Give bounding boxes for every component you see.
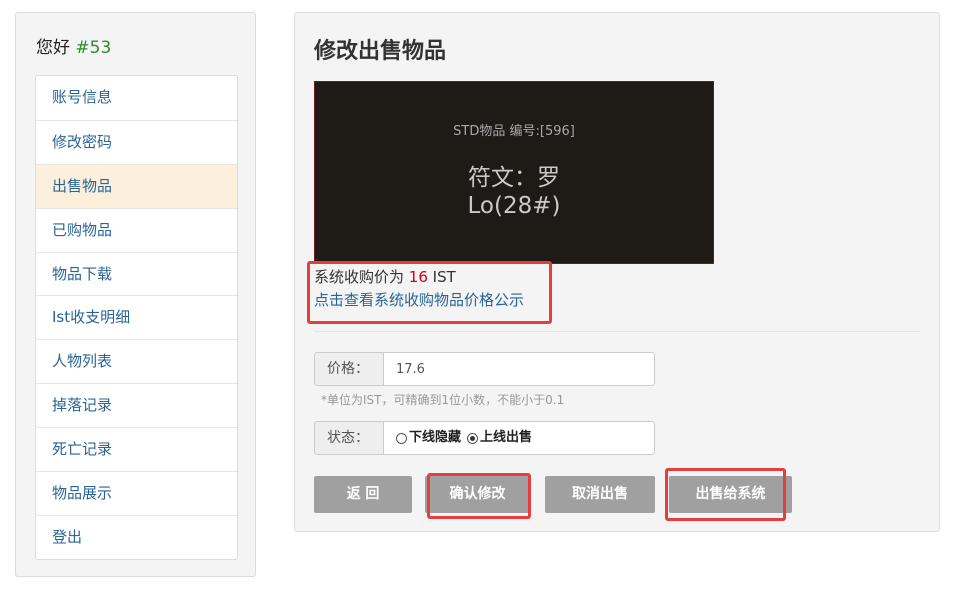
system-price-info: 系统收购价为 16 IST 点击查看系统收购物品价格公示 — [314, 266, 524, 312]
radio-empty-icon — [396, 432, 407, 444]
system-price-prefix: 系统收购价为 — [314, 268, 405, 286]
sidebar-item-death-records[interactable]: 死亡记录 — [36, 427, 237, 471]
status-radio-online-selling[interactable]: 上线出售 — [467, 422, 532, 454]
sidebar-item-sell-items[interactable]: 出售物品 — [36, 163, 237, 208]
system-price-line: 系统收购价为 16 IST — [314, 266, 524, 289]
system-price-list-link[interactable]: 点击查看系统收购物品价格公示 — [314, 289, 524, 312]
status-option-online-label: 上线出售 — [480, 430, 533, 445]
divider — [314, 331, 920, 332]
user-sidebar: 您好 #53 账号信息 修改密码 出售物品 已购物品 物品下载 Ist收支明细 … — [15, 12, 256, 577]
price-input-wrap — [384, 352, 655, 386]
user-id: #53 — [75, 38, 112, 58]
item-code: Lo(28#) — [467, 193, 561, 219]
sidebar-item-item-showcase[interactable]: 物品展示 — [36, 471, 237, 515]
status-field: 状态： 下线隐藏 上线出售 — [314, 421, 655, 455]
item-meta: STD物品 编号:[596] — [453, 124, 575, 139]
sidebar-item-drop-records[interactable]: 掉落记录 — [36, 383, 237, 427]
system-price-value: 16 — [408, 268, 428, 286]
sidebar-item-ist-transactions[interactable]: Ist收支明细 — [36, 295, 237, 339]
sidebar-item-character-list[interactable]: 人物列表 — [36, 339, 237, 383]
price-field: 价格： — [314, 352, 655, 386]
sidebar-item-account-info[interactable]: 账号信息 — [36, 76, 237, 120]
status-label: 状态： — [314, 421, 384, 455]
sidebar-item-logout[interactable]: 登出 — [36, 514, 237, 559]
status-options: 下线隐藏 上线出售 — [384, 421, 655, 455]
price-input[interactable] — [396, 361, 654, 377]
sidebar-item-purchased-items[interactable]: 已购物品 — [36, 207, 237, 252]
radio-checked-icon — [467, 432, 479, 444]
page-title: 修改出售物品 — [314, 39, 447, 64]
cancel-sale-button[interactable]: 取消出售 — [545, 476, 655, 513]
edit-sale-panel: 修改出售物品 STD物品 编号:[596] 符文：罗 Lo(28#) 系统收购价… — [294, 12, 940, 532]
status-radio-offline-hidden[interactable]: 下线隐藏 — [396, 422, 461, 454]
status-option-offline-label: 下线隐藏 — [409, 430, 462, 445]
greeting-text: 您好 — [36, 38, 70, 58]
sell-to-system-button[interactable]: 出售给系统 — [669, 476, 792, 513]
price-label: 价格： — [314, 352, 384, 386]
back-button[interactable]: 返 回 — [314, 476, 412, 513]
confirm-edit-button[interactable]: 确认修改 — [425, 476, 530, 513]
system-price-unit: IST — [432, 268, 456, 286]
sidebar-item-item-download[interactable]: 物品下载 — [36, 251, 237, 296]
item-name: 符文：罗 — [468, 165, 560, 191]
sidebar-menu: 账号信息 修改密码 出售物品 已购物品 物品下载 Ist收支明细 人物列表 掉落… — [35, 75, 238, 560]
greeting: 您好 #53 — [36, 33, 111, 58]
sidebar-item-change-password[interactable]: 修改密码 — [36, 119, 237, 164]
price-hint: *单位为IST，可精确到1位小数，不能小于0.1 — [321, 393, 565, 407]
item-card: STD物品 编号:[596] 符文：罗 Lo(28#) — [314, 81, 714, 264]
